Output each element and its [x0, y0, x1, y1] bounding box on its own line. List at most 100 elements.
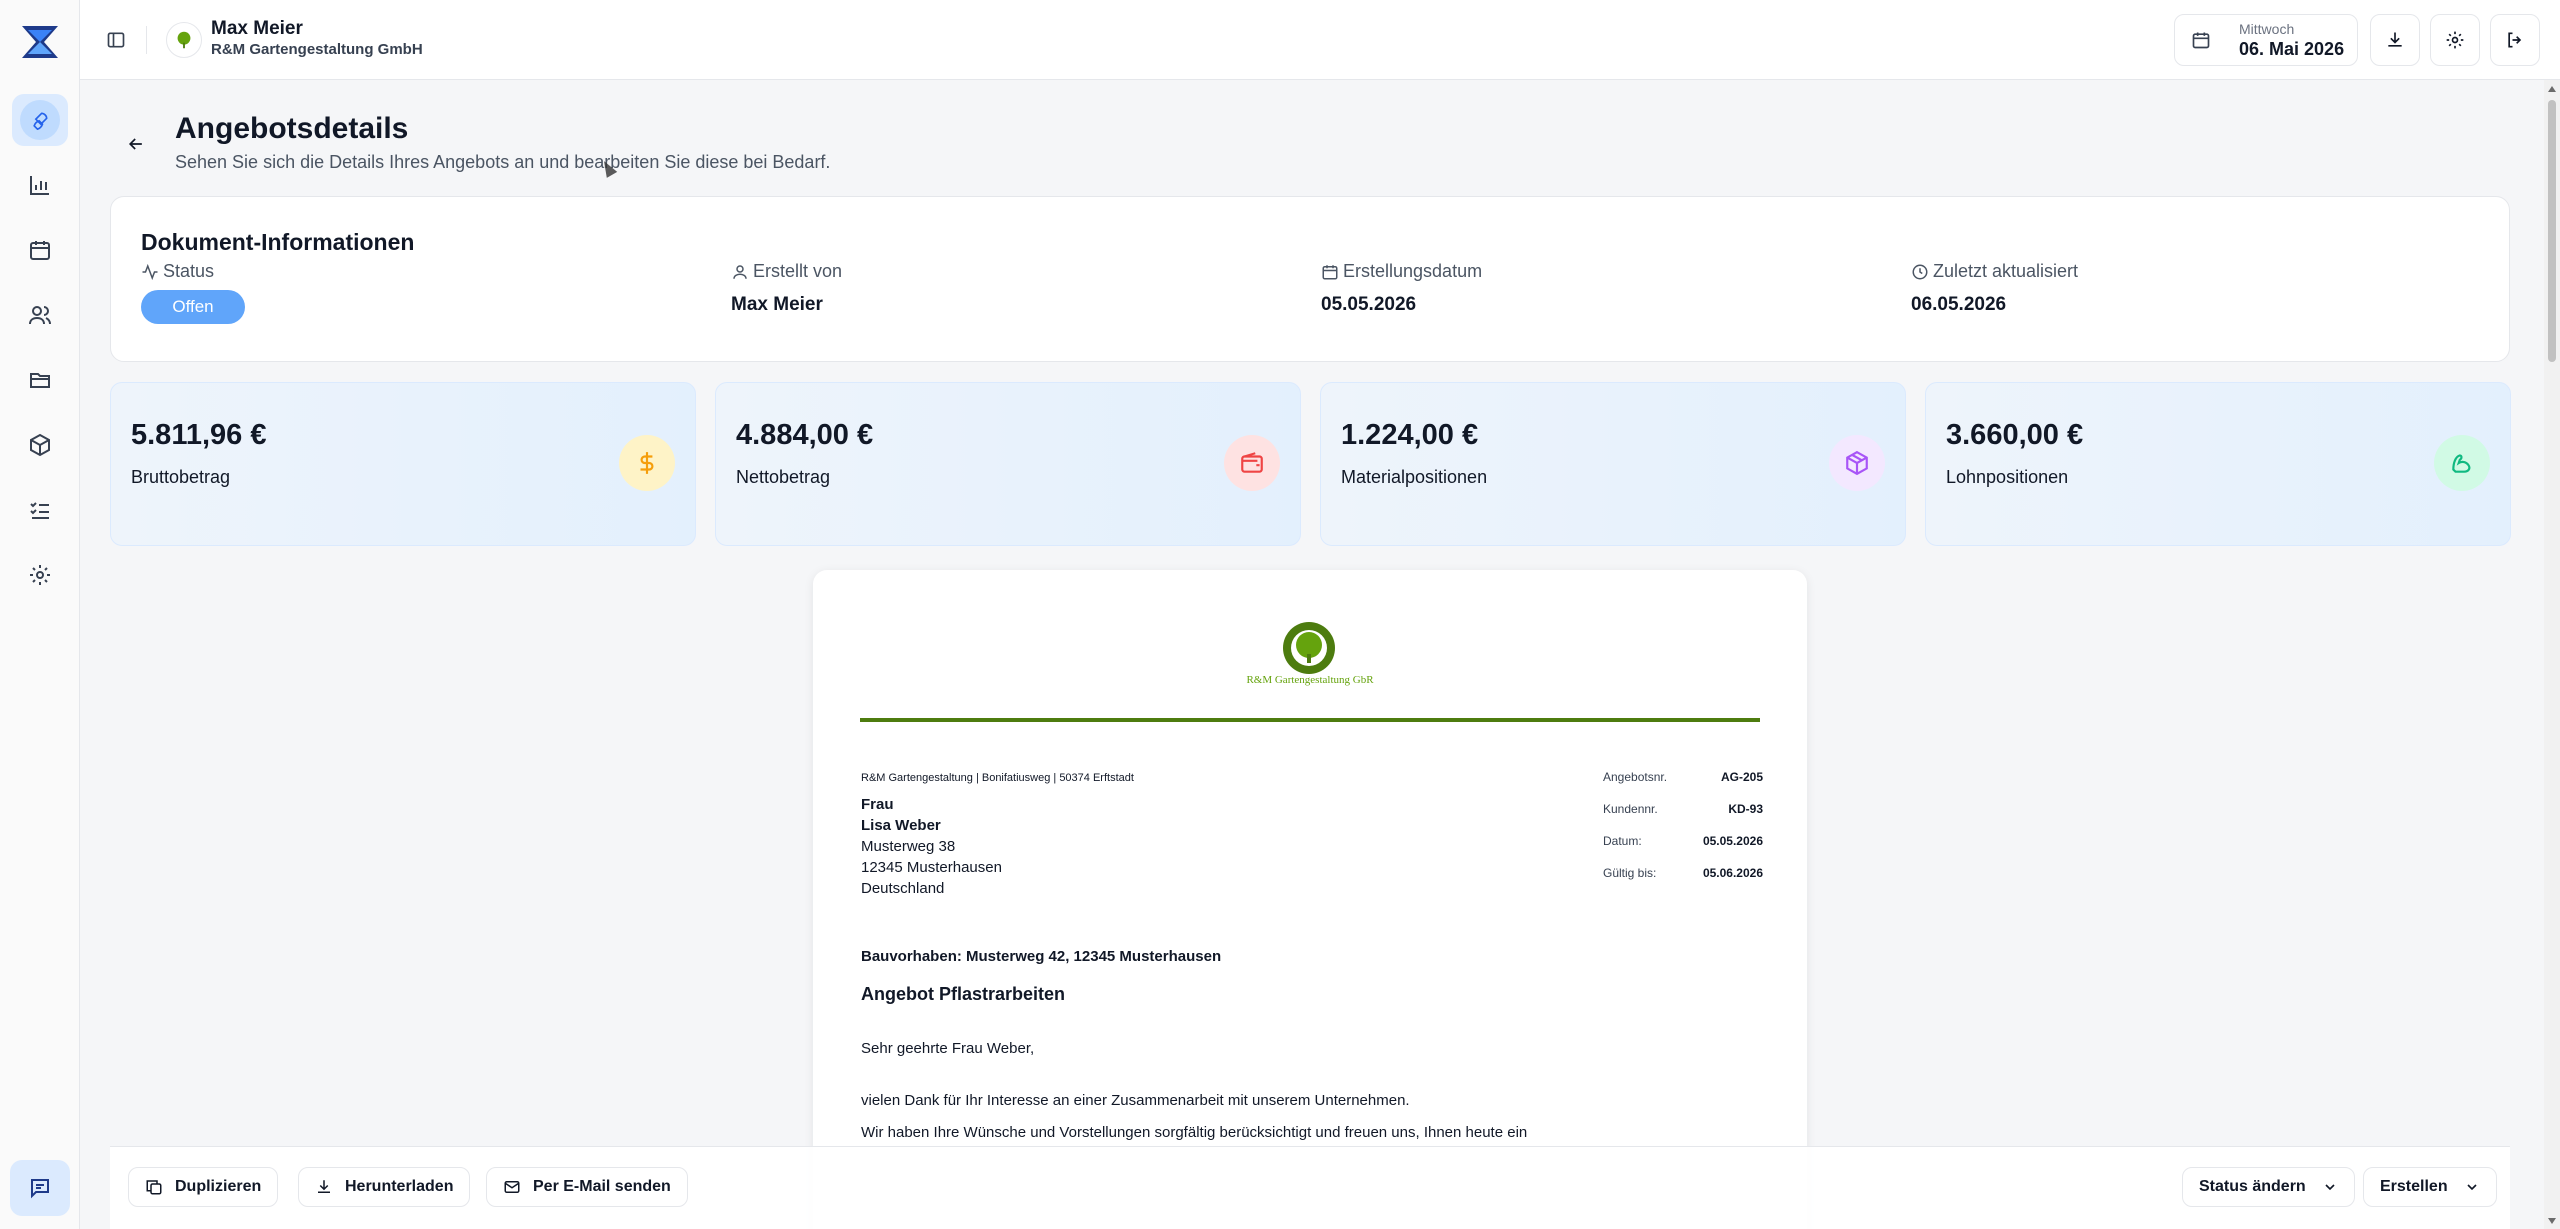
email-label: Per E-Mail senden: [533, 1178, 671, 1195]
meta-row: Angebotsnr. AG-205: [1603, 770, 1763, 784]
created-by-value: Max Meier: [731, 294, 823, 315]
recipient-country: Deutschland: [861, 880, 945, 897]
panel-icon: [107, 32, 125, 48]
user-icon: [733, 264, 747, 279]
download-button[interactable]: [2370, 14, 2420, 66]
clock-icon: [1912, 264, 1928, 279]
sidebar-item-dashboard[interactable]: [12, 94, 68, 146]
stat-card-labor: 3.660,00 € Lohnpositionen: [1925, 382, 2511, 546]
page-title: Angebotsdetails: [175, 112, 409, 145]
stat-card-net: 4.884,00 € Nettobetrag: [715, 382, 1301, 546]
status-field: Status Offen: [141, 261, 245, 324]
sidebar-item-tasks[interactable]: [12, 484, 68, 536]
copy-icon: [146, 1180, 162, 1195]
document-heading: Angebot Pflastrarbeiten: [861, 984, 1066, 1004]
page-subtitle: Sehen Sie sich die Details Ihres Angebot…: [175, 152, 831, 172]
sidebar-item-reports[interactable]: [12, 159, 68, 211]
top-header: Max Meier R&M Gartengestaltung GmbH Mitt…: [80, 0, 2560, 80]
document-divider: [860, 718, 1760, 722]
scroll-down-arrow[interactable]: [2548, 1218, 2556, 1224]
scroll-up-arrow[interactable]: [2548, 86, 2556, 92]
created-by-label: Erstellt von: [753, 261, 843, 281]
tree-icon: [177, 31, 191, 49]
chat-icon: [31, 1179, 49, 1199]
download-document-button[interactable]: Herunterladen: [298, 1167, 471, 1207]
stat-card-gross: 5.811,96 € Bruttobetrag: [110, 382, 696, 546]
stat-value: 5.811,96 €: [131, 419, 267, 451]
recipient-city: 12345 Musterhausen: [861, 859, 1002, 876]
recipient-name: Lisa Weber: [861, 817, 941, 834]
created-by-field: Erstellt von Max Meier: [731, 261, 842, 316]
chevron-down-icon: [2325, 1184, 2335, 1191]
rocket-icon: [33, 112, 48, 130]
wallet-icon: [1224, 435, 1280, 491]
dollar-icon: [619, 435, 675, 491]
chevron-down-icon: [2467, 1184, 2477, 1191]
logout-button[interactable]: [2490, 14, 2540, 66]
status-label: Status: [163, 261, 215, 281]
gear-icon: [30, 565, 50, 585]
info-title: Dokument-Informationen: [141, 229, 415, 255]
folder-icon: [30, 373, 50, 388]
recipient-street: Musterweg 38: [861, 838, 956, 855]
stat-value: 3.660,00 €: [1946, 419, 2084, 451]
document-logo-text: R&M Gartengestaltung GbR: [1246, 674, 1374, 686]
download-icon: [318, 1180, 330, 1193]
stat-label: Materialpositionen: [1341, 467, 1488, 487]
calendar-icon: [2192, 32, 2210, 49]
sidebar-toggle-button[interactable]: [100, 24, 132, 56]
date-display[interactable]: Mittwoch 06. Mai 2026: [2174, 14, 2358, 66]
sidebar: [0, 0, 80, 1229]
checklist-icon: [30, 502, 49, 519]
settings-button[interactable]: [2430, 14, 2480, 66]
sidebar-item-documents[interactable]: [12, 354, 68, 406]
status-label: Status ändern: [2199, 1178, 2306, 1195]
document-info-card: Dokument-Informationen Status Offen Erst…: [110, 196, 2510, 362]
header-divider: [146, 26, 147, 54]
package-icon: [1829, 435, 1885, 491]
document-preview: R&M Gartengestaltung GbR R&M Gartengesta…: [813, 570, 1807, 1229]
change-status-button[interactable]: Status ändern: [2182, 1167, 2355, 1207]
status-badge: Offen: [141, 290, 245, 324]
company-name: R&M Gartengestaltung GmbH: [211, 41, 423, 58]
back-button[interactable]: [122, 130, 150, 158]
users-icon: [29, 306, 51, 325]
user-name: Max Meier: [211, 18, 303, 39]
meta-row: Datum: 05.05.2026: [1603, 834, 1763, 848]
app-logo[interactable]: [10, 14, 70, 70]
scroll-thumb[interactable]: [2548, 100, 2556, 362]
document-meta: Angebotsnr. AG-205 Kundennr. KD-93 Datum: 0…: [1603, 770, 1763, 898]
created-date-label: Erstellungsdatum: [1343, 261, 1483, 281]
recipient-salutation: Frau: [861, 796, 894, 813]
created-date-field: Erstellungsdatum 05.05.2026: [1321, 261, 1482, 316]
salutation: Sehr geehrte Frau Weber,: [861, 1040, 1035, 1057]
activity-icon: [142, 263, 158, 280]
calendar-icon: [1322, 264, 1338, 279]
stat-label: Nettobetrag: [736, 467, 831, 487]
box-icon: [30, 433, 50, 457]
download-label: Herunterladen: [345, 1178, 454, 1195]
create-button[interactable]: Erstellen: [2363, 1167, 2497, 1207]
sidebar-item-settings[interactable]: [12, 549, 68, 601]
sidebar-item-customers[interactable]: [12, 289, 68, 341]
stat-label: Bruttobetrag: [131, 467, 231, 487]
sidebar-item-articles[interactable]: [12, 419, 68, 471]
updated-field: Zuletzt aktualisiert 06.05.2026: [1911, 261, 2078, 316]
chart-icon: [30, 176, 49, 195]
page-scrollbar[interactable]: [2544, 80, 2560, 1229]
sender-line: R&M Gartengestaltung | Bonifatiusweg | 5…: [861, 772, 1134, 784]
updated-label: Zuletzt aktualisiert: [1933, 261, 2079, 281]
duplicate-label: Duplizieren: [175, 1178, 262, 1195]
chat-button[interactable]: [10, 1160, 70, 1216]
stat-card-material: 1.224,00 € Materialpositionen: [1320, 382, 1906, 546]
document-logo: [1283, 622, 1335, 674]
logo-icon: [22, 26, 58, 58]
meta-row: Kundennr. KD-93: [1603, 802, 1763, 816]
email-button[interactable]: Per E-Mail senden: [486, 1167, 688, 1207]
date-value: 06. Mai 2026: [2239, 39, 2345, 59]
sidebar-item-calendar[interactable]: [12, 224, 68, 276]
updated-value: 06.05.2026: [1911, 294, 2007, 315]
created-date-value: 05.05.2026: [1321, 294, 1417, 315]
duplicate-button[interactable]: Duplizieren: [128, 1167, 279, 1207]
recipient-address: Frau Lisa Weber Musterweg 38 12345 Muste…: [861, 794, 1002, 899]
